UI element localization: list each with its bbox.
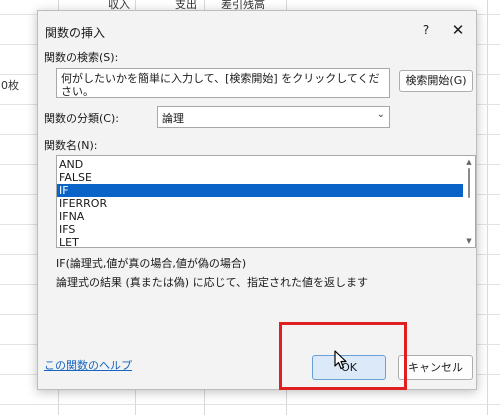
list-item-let[interactable]: LET xyxy=(57,236,463,247)
cancel-button[interactable]: キャンセル xyxy=(398,355,473,380)
scroll-up-icon[interactable]: ▲ xyxy=(464,158,474,166)
scroll-down-icon[interactable]: ▼ xyxy=(464,237,474,245)
function-help-link[interactable]: この関数のヘルプ xyxy=(44,357,132,373)
list-item-and[interactable]: AND xyxy=(57,158,463,171)
list-item-false[interactable]: FALSE xyxy=(57,171,463,184)
function-syntax: IF(論理式,値が真の場合,値が偽の場合) xyxy=(56,257,247,270)
function-list-label: 関数名(N): xyxy=(44,139,98,152)
function-description: 論理式の結果 (真または偽) に応じて、指定された値を返します xyxy=(56,276,369,289)
help-icon[interactable]: ? xyxy=(418,20,434,40)
category-selected-value: 論理 xyxy=(162,112,184,125)
list-item-ifna[interactable]: IFNA xyxy=(57,210,463,223)
list-item-if[interactable]: IF xyxy=(57,184,463,197)
category-label: 関数の分類(C): xyxy=(44,112,119,125)
category-select[interactable]: 論理 ⌄ xyxy=(157,106,390,128)
sheet-cell-side[interactable]: 0枚 xyxy=(1,77,19,93)
grid-line xyxy=(0,404,500,405)
list-item-iferror[interactable]: IFERROR xyxy=(57,197,463,210)
insert-function-dialog: 関数の挿入 ? ✕ 関数の検索(S): 何がしたいかを簡単に入力して、[検索開始… xyxy=(37,10,477,390)
search-start-button[interactable]: 検索開始(G) xyxy=(399,70,473,92)
function-search-input[interactable]: 何がしたいかを簡単に入力して、[検索開始] をクリックしてください。 xyxy=(56,68,390,98)
highlight-box xyxy=(279,322,407,390)
function-listbox[interactable]: AND FALSE IF IFERROR IFNA IFS LET ▲ ▼ xyxy=(56,155,476,248)
close-icon[interactable]: ✕ xyxy=(450,20,466,40)
dialog-title: 関数の挿入 xyxy=(45,26,106,40)
grid-line xyxy=(487,0,488,415)
scrollbar-thumb[interactable] xyxy=(468,168,470,198)
list-scrollbar[interactable]: ▲ ▼ xyxy=(463,156,475,247)
search-label: 関数の検索(S): xyxy=(44,51,119,64)
chevron-down-icon[interactable]: ⌄ xyxy=(377,109,385,120)
list-item-ifs[interactable]: IFS xyxy=(57,223,463,236)
